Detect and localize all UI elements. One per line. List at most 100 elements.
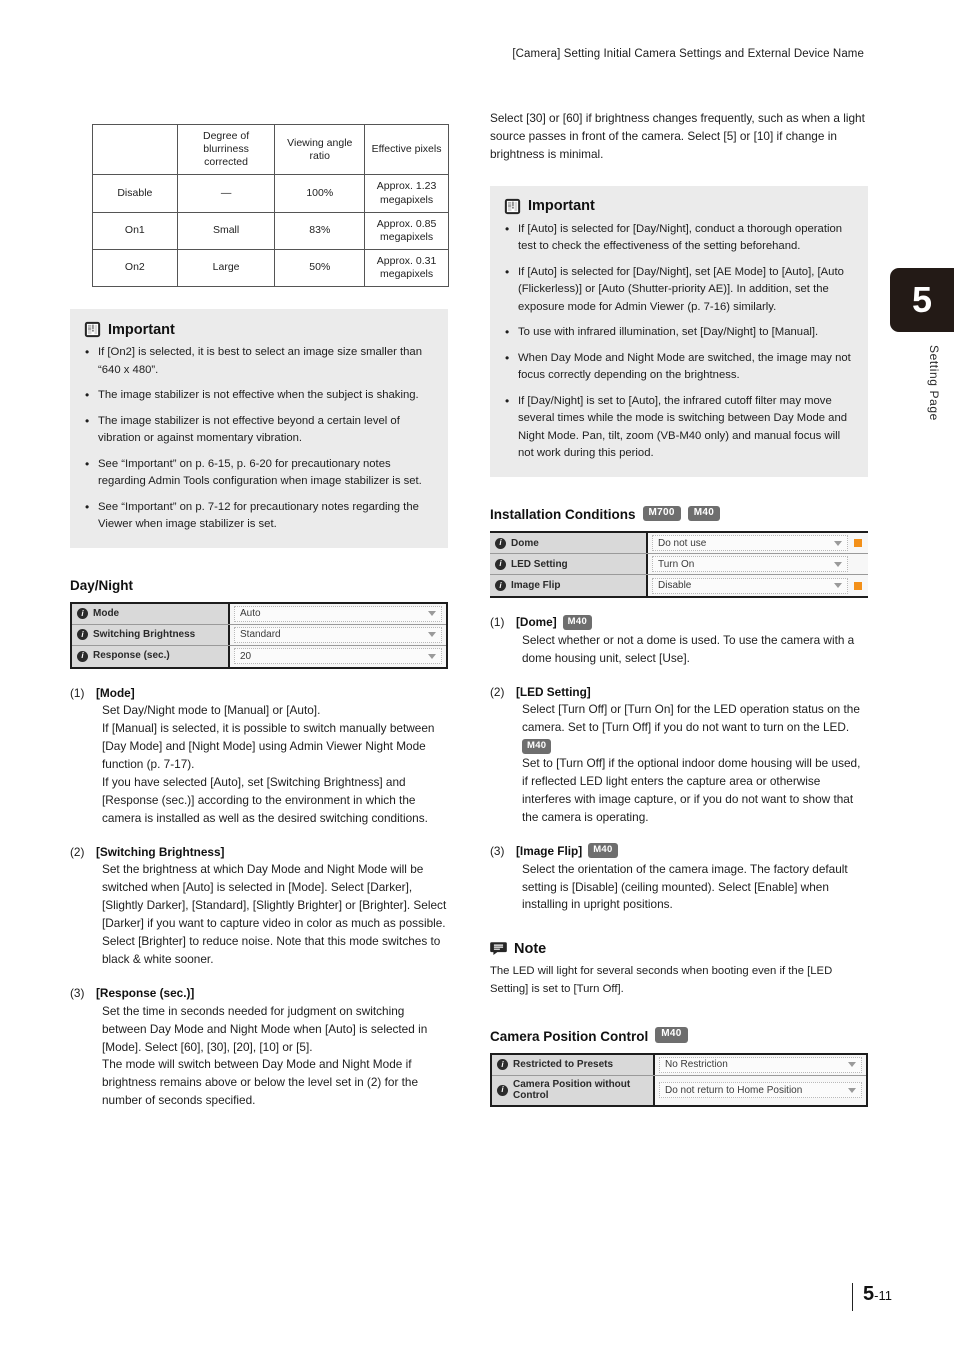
item-body-secondary: Set to [Turn Off] if the optional indoor… [522, 756, 861, 825]
callout-header: Note [490, 940, 868, 957]
item-title: [Dome] [516, 615, 557, 630]
item-title-wrap: [Image Flip] M40 [516, 843, 618, 861]
item-index: (1) [70, 685, 85, 700]
setting-value-cell: Do not return to Home Position [655, 1075, 866, 1105]
list-item: The image stabilizer is not effective be… [84, 412, 434, 448]
item-body: Select the orientation of the camera ima… [522, 861, 848, 912]
section-title: Day/Night [70, 577, 134, 593]
setting-label: Mode [93, 607, 120, 619]
led-setting-dropdown[interactable]: Turn On [652, 556, 848, 573]
note-callout: Note The LED will light for several seco… [490, 940, 868, 998]
item-index: (1) [490, 615, 505, 630]
item-body: Select whether or not a dome is used. To… [522, 632, 855, 665]
info-icon[interactable]: i [77, 629, 88, 641]
chevron-down-icon [848, 1087, 856, 1093]
response-dropdown[interactable]: 20 [234, 648, 442, 665]
important-callout-left: Important If [On2] is selected, it is be… [70, 309, 448, 548]
setting-label-cell: i Camera Position without Control [492, 1075, 655, 1105]
setting-label-cell: i Restricted to Presets [492, 1054, 655, 1075]
spec-r1c0: On1 [92, 211, 178, 250]
dropdown-value: Disable [658, 580, 692, 592]
spec-r1c3: Approx. 0.85 megapixels [364, 211, 449, 250]
model-badge-m700: M700 [642, 505, 681, 522]
chevron-down-icon [834, 540, 842, 546]
camera-position-without-control-dropdown[interactable]: Do not return to Home Position [659, 1082, 862, 1099]
setting-label-cell: i Mode [72, 603, 230, 624]
important-list-right: If [Auto] is selected for [Day/Night], c… [504, 220, 854, 463]
important-icon [84, 321, 101, 338]
setting-label: Restricted to Presets [513, 1059, 614, 1071]
info-icon[interactable]: i [77, 608, 88, 620]
switching-brightness-dropdown[interactable]: Standard [234, 626, 442, 643]
info-icon[interactable]: i [77, 650, 88, 662]
section-title: Installation Conditions [490, 507, 636, 523]
setting-row-image-flip: i Image Flip Disable [490, 575, 868, 597]
model-badge-m40: M40 [522, 739, 552, 755]
callout-title: Important [528, 198, 595, 215]
spec-r2c2: 50% [274, 248, 366, 288]
numbered-item-header: (3) [Image Flip] M40 [490, 843, 868, 861]
footer-page-major: 5 [863, 1283, 875, 1305]
important-callout-right: Important If [Auto] is selected for [Day… [490, 185, 868, 477]
item-body: Select [Turn Off] or [Turn On] for the L… [522, 702, 860, 735]
info-icon[interactable]: i [495, 558, 506, 570]
spec-r2c1: Large [176, 248, 276, 288]
dome-dropdown[interactable]: Do not use [652, 535, 848, 552]
restart-marker-placeholder [854, 560, 862, 568]
setting-label: Response (sec.) [93, 650, 170, 662]
info-icon[interactable]: i [495, 537, 506, 549]
section-title: Camera Position Control [490, 1028, 649, 1044]
spec-header-2: Viewing angle ratio [274, 123, 366, 176]
setting-row-dome: i Dome Do not use [490, 533, 868, 555]
model-badge-m40: M40 [687, 505, 721, 522]
item-sub-badge-line: M40 [522, 737, 868, 755]
callout-header: Important [504, 198, 854, 215]
chevron-down-icon [428, 632, 436, 638]
chevron-down-icon [428, 611, 436, 617]
table-header-row: Degree of blurriness corrected Viewing a… [92, 123, 449, 176]
dropdown-value: No Restriction [665, 1059, 728, 1071]
image-flip-dropdown[interactable]: Disable [652, 577, 848, 594]
list-item: See “Important” on p. 7-12 for precautio… [84, 498, 434, 534]
info-icon[interactable]: i [497, 1084, 508, 1096]
dropdown-value: 20 [240, 650, 252, 662]
restricted-to-presets-dropdown[interactable]: No Restriction [659, 1056, 862, 1073]
setting-label-cell: i LED Setting [490, 554, 648, 575]
numbered-item-dome: (1) [Dome] M40 Select whether or not a d… [490, 614, 868, 668]
numbered-item-header: (2) [LED Setting] [490, 684, 868, 702]
mode-dropdown[interactable]: Auto [234, 605, 442, 622]
numbered-item-led-setting: (2) [LED Setting] Select [Turn Off] or [… [490, 684, 868, 827]
numbered-item-header: (3) [Response (sec.)] [70, 985, 448, 1003]
info-icon[interactable]: i [497, 1059, 508, 1071]
setting-label: Dome [511, 537, 539, 549]
setting-value-cell: 20 [230, 645, 446, 667]
numbered-item-mode: (1) [Mode] Set Day/Night mode to [Manual… [70, 685, 448, 828]
setting-label-cell: i Switching Brightness [72, 624, 230, 645]
item-index: (2) [70, 844, 85, 859]
spec-header-1: Degree of blurriness corrected [176, 123, 276, 176]
setting-label: LED Setting [511, 558, 568, 570]
item-body: Set the brightness at which Day Mode and… [102, 862, 447, 967]
setting-label-cell: i Response (sec.) [72, 645, 230, 667]
dropdown-value: Turn On [658, 558, 695, 570]
section-heading-camera-position: Camera Position Control M40 [490, 1027, 868, 1044]
item-title: [Mode] [96, 685, 135, 700]
setting-value-cell: Disable [648, 575, 868, 597]
chapter-tab-label: Setting Page [927, 345, 941, 421]
chevron-down-icon [834, 561, 842, 567]
item-body: Set the time in seconds needed for judgm… [102, 1003, 428, 1108]
spec-r2c3: Approx. 0.31 megapixels [364, 248, 449, 288]
model-badge-m40: M40 [655, 1027, 688, 1043]
chevron-down-icon [428, 653, 436, 659]
note-text: The LED will light for several seconds w… [490, 965, 833, 995]
setting-row-led: i LED Setting Turn On [490, 554, 868, 576]
dropdown-value: Do not return to Home Position [665, 1084, 803, 1096]
numbered-item-header: (2) [Switching Brightness] [70, 844, 448, 862]
setting-value-cell: Standard [230, 624, 446, 645]
important-list-left: If [On2] is selected, it is best to sele… [84, 343, 434, 534]
list-item: If [On2] is selected, it is best to sele… [84, 343, 434, 379]
setting-label: Switching Brightness [93, 628, 196, 640]
table-row: On1 Small 83% Approx. 0.85 megapixels [92, 211, 449, 250]
spec-r0c1: — [176, 174, 276, 213]
info-icon[interactable]: i [495, 580, 506, 592]
